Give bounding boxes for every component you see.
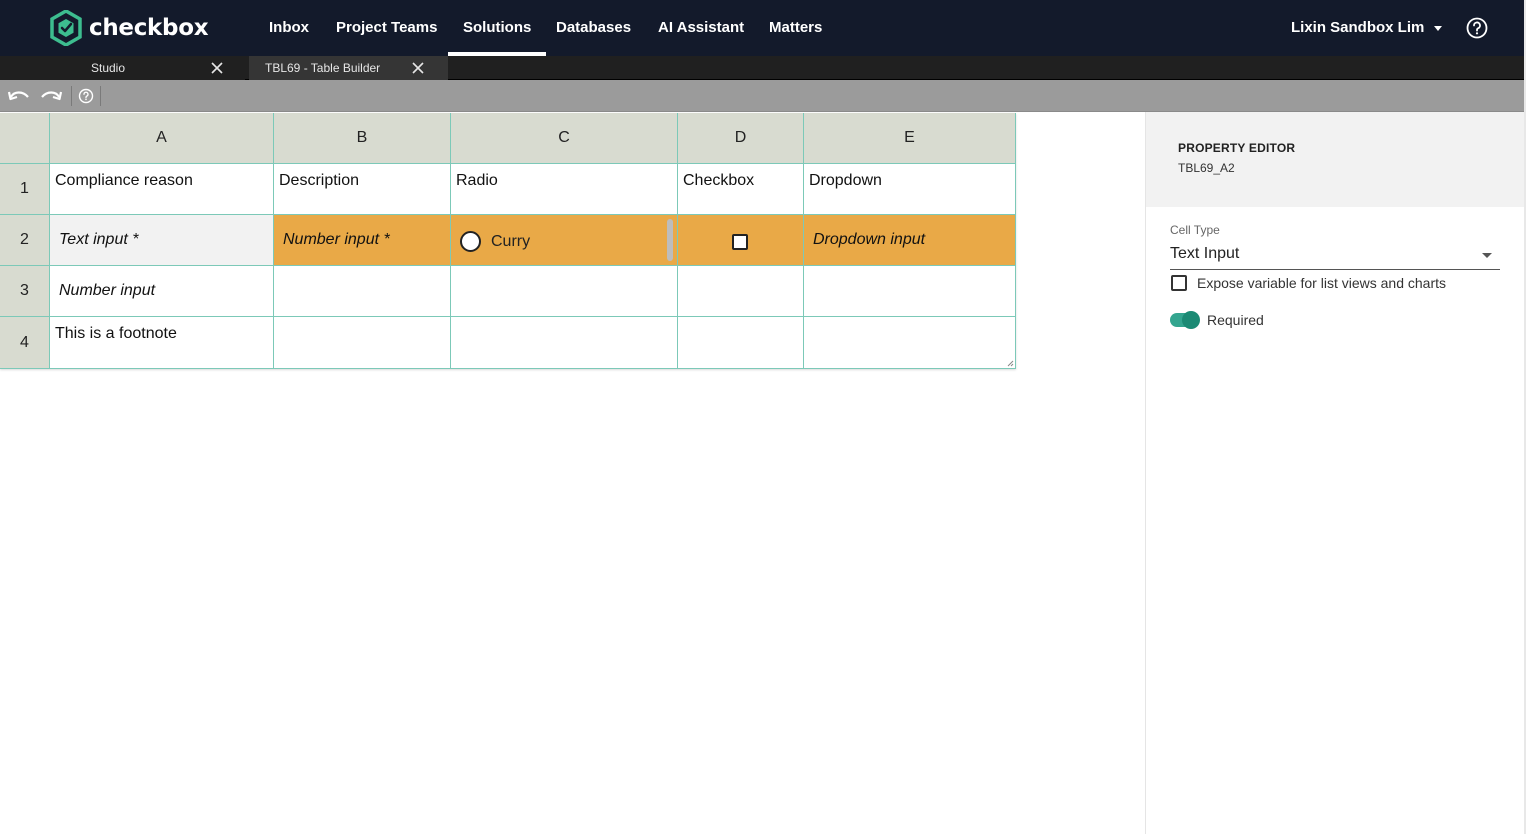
app-logo[interactable]: checkbox bbox=[50, 10, 209, 46]
grid-corner[interactable] bbox=[0, 113, 50, 164]
row-header-4[interactable]: 4 bbox=[0, 317, 50, 369]
table-cell[interactable]: Compliance reason bbox=[50, 164, 274, 215]
cell-text: Radio bbox=[456, 172, 498, 189]
column-header-e[interactable]: E bbox=[804, 113, 1016, 164]
user-menu[interactable]: Lixin Sandbox Lim bbox=[1291, 0, 1443, 56]
cell-text: Compliance reason bbox=[55, 172, 193, 189]
logo-text: checkbox bbox=[89, 15, 209, 41]
dropdown-input-cell-label: Dropdown input bbox=[813, 231, 926, 248]
chevron-down-icon bbox=[1482, 253, 1492, 258]
user-name: Lixin Sandbox Lim bbox=[1291, 19, 1425, 36]
cell-text: Checkbox bbox=[683, 172, 755, 189]
top-navigation-bar: checkbox Inbox Project Teams Solutions D… bbox=[0, 0, 1526, 56]
property-editor-title: PROPERTY EDITOR bbox=[1178, 141, 1296, 155]
table-cell[interactable] bbox=[274, 317, 451, 369]
required-option[interactable]: Required bbox=[1170, 311, 1264, 329]
table-cell-selected[interactable]: Text input * bbox=[50, 215, 274, 266]
radio-option-label: Curry bbox=[491, 232, 531, 250]
table-cell[interactable] bbox=[678, 317, 804, 369]
checkbox-logo-icon bbox=[50, 10, 82, 46]
table-cell[interactable]: Number input bbox=[50, 266, 274, 317]
property-editor-header: PROPERTY EDITOR TBL69_A2 bbox=[1146, 112, 1526, 207]
table-cell[interactable]: Description bbox=[274, 164, 451, 215]
table-cell[interactable] bbox=[678, 215, 804, 266]
toolbar-divider bbox=[71, 86, 72, 106]
cell-type-select[interactable]: Text Input bbox=[1170, 243, 1500, 270]
editor-toolbar bbox=[0, 80, 1526, 112]
expose-variable-label: Expose variable for list views and chart… bbox=[1197, 275, 1446, 291]
tab-studio[interactable]: Studio bbox=[0, 56, 245, 80]
table-cell[interactable] bbox=[274, 266, 451, 317]
tab-label: Studio bbox=[91, 61, 126, 75]
help-icon[interactable] bbox=[1466, 17, 1488, 39]
required-label: Required bbox=[1207, 312, 1264, 328]
text-input-cell-label: Text input * bbox=[59, 231, 139, 248]
cell-text: Dropdown bbox=[809, 172, 882, 189]
cell-type-label: Cell Type bbox=[1170, 223, 1220, 237]
tab-strip: Studio TBL69 - Table Builder bbox=[0, 56, 1526, 80]
toolbar-divider bbox=[100, 86, 101, 106]
column-header-b[interactable]: B bbox=[274, 113, 451, 164]
radio-option[interactable]: Curry bbox=[460, 231, 530, 252]
table-cell[interactable] bbox=[804, 317, 1016, 369]
redo-icon[interactable] bbox=[39, 87, 63, 105]
toggle-knob bbox=[1182, 311, 1200, 329]
tab-table-builder[interactable]: TBL69 - Table Builder bbox=[249, 56, 448, 80]
table-cell[interactable] bbox=[451, 266, 678, 317]
row-header-1[interactable]: 1 bbox=[0, 164, 50, 215]
nav-item-ai-assistant[interactable]: AI Assistant bbox=[658, 0, 744, 56]
cell-text: Description bbox=[279, 172, 360, 189]
table-cell[interactable] bbox=[804, 266, 1016, 317]
tab-label: TBL69 - Table Builder bbox=[265, 61, 381, 75]
row-header-2[interactable]: 2 bbox=[0, 215, 50, 266]
nav-item-matters[interactable]: Matters bbox=[769, 0, 822, 56]
table-cell[interactable]: Checkbox bbox=[678, 164, 804, 215]
row-header-3[interactable]: 3 bbox=[0, 266, 50, 317]
cell-type-value: Text Input bbox=[1170, 245, 1240, 262]
number-input-cell-label: Number input * bbox=[283, 231, 390, 248]
undo-icon[interactable] bbox=[7, 87, 31, 105]
column-header-a[interactable]: A bbox=[50, 113, 274, 164]
nav-item-inbox[interactable]: Inbox bbox=[269, 0, 309, 56]
resize-handle-icon[interactable] bbox=[1006, 359, 1014, 367]
table-cell[interactable]: Radio bbox=[451, 164, 678, 215]
column-header-d[interactable]: D bbox=[678, 113, 804, 164]
nav-item-project-teams[interactable]: Project Teams bbox=[336, 0, 437, 56]
required-toggle[interactable] bbox=[1170, 311, 1200, 329]
cell-text: This is a footnote bbox=[55, 325, 177, 342]
table-cell[interactable] bbox=[451, 317, 678, 369]
checkbox-input[interactable] bbox=[732, 234, 748, 250]
help-icon[interactable] bbox=[77, 87, 95, 105]
column-header-c[interactable]: C bbox=[451, 113, 678, 164]
selected-cell-reference: TBL69_A2 bbox=[1178, 161, 1235, 175]
chevron-down-icon bbox=[1434, 25, 1443, 31]
radio-button[interactable] bbox=[460, 231, 481, 252]
close-icon[interactable] bbox=[412, 62, 424, 74]
expose-variable-option[interactable]: Expose variable for list views and chart… bbox=[1171, 274, 1446, 292]
number-input-cell-label: Number input bbox=[59, 282, 156, 299]
table-cell[interactable]: Dropdown bbox=[804, 164, 1016, 215]
table-cell[interactable] bbox=[678, 266, 804, 317]
table-cell[interactable]: Dropdown input bbox=[804, 215, 1016, 266]
cell-scrollbar[interactable] bbox=[667, 219, 673, 261]
table-cell[interactable]: Number input * bbox=[274, 215, 451, 266]
table-cell[interactable]: This is a footnote bbox=[50, 317, 274, 369]
nav-item-solutions[interactable]: Solutions bbox=[447, 0, 547, 56]
table-grid: A B C D E 1 2 3 4 Compliance reason Desc… bbox=[0, 113, 1016, 369]
close-icon[interactable] bbox=[211, 62, 223, 74]
table-cell[interactable]: Curry bbox=[451, 215, 678, 266]
nav-item-databases[interactable]: Databases bbox=[556, 0, 631, 56]
panel-divider bbox=[1145, 112, 1146, 834]
expose-variable-checkbox[interactable] bbox=[1171, 275, 1187, 291]
